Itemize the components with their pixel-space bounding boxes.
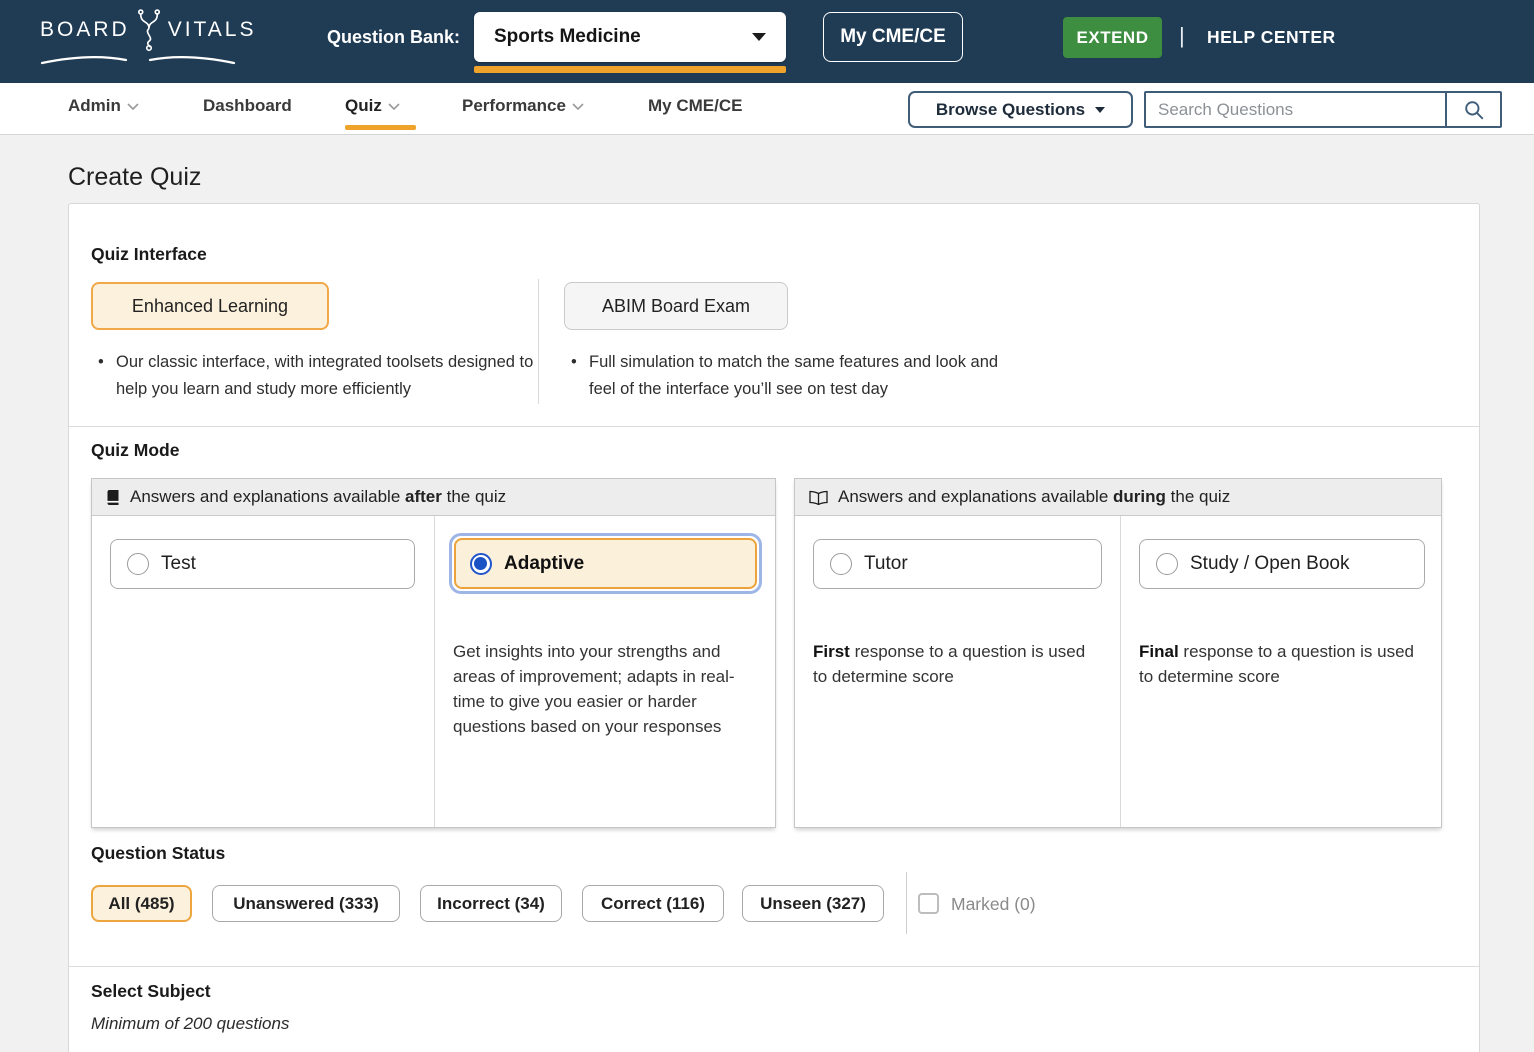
quiz-mode-heading: Quiz Mode (91, 440, 180, 460)
active-tab-underline (345, 125, 416, 130)
nav-item-my-cme[interactable]: My CME/CE (648, 96, 742, 116)
question-status-heading: Question Status (91, 843, 226, 863)
divider (69, 966, 1479, 967)
test-mode-option[interactable]: Test (110, 539, 415, 589)
logo-board-text: BOARD (40, 18, 130, 41)
caret-down-icon (1095, 106, 1106, 113)
question-bank-value: Sports Medicine (494, 26, 641, 47)
chevron-down-icon (388, 102, 400, 110)
status-filter-correct[interactable]: Correct (116) (582, 885, 724, 922)
divider (69, 426, 1479, 427)
select-subject-note: Minimum of 200 questions (91, 1014, 290, 1033)
adaptive-mode-option[interactable]: Adaptive (449, 533, 762, 594)
question-bank-accent-bar (474, 66, 786, 73)
during-quiz-group-header: Answers and explanations available durin… (795, 479, 1441, 516)
chevron-down-icon (572, 102, 584, 110)
closed-book-icon (106, 489, 120, 506)
stethoscope-icon (134, 8, 164, 52)
question-bank-select[interactable]: Sports Medicine (474, 12, 786, 62)
after-quiz-group-header: Answers and explanations available after… (92, 479, 775, 516)
logo-swoosh (40, 51, 236, 65)
header-separator: | (1179, 23, 1185, 48)
open-book-icon (809, 490, 828, 505)
boardvitals-logo[interactable]: BOARD VITALS (40, 8, 254, 74)
chevron-down-icon (752, 33, 766, 41)
radio-unselected-icon[interactable] (830, 553, 852, 575)
search-input[interactable] (1146, 93, 1445, 126)
enhanced-learning-option[interactable]: Enhanced Learning (91, 282, 329, 330)
select-subject-heading: Select Subject (91, 981, 211, 1001)
help-center-link[interactable]: HELP CENTER (1207, 27, 1336, 48)
radio-unselected-icon[interactable] (127, 553, 149, 575)
marked-checkbox[interactable] (918, 893, 939, 914)
create-quiz-card: Quiz Interface Enhanced Learning ABIM Bo… (68, 203, 1480, 1052)
tutor-description: First response to a question is used to … (813, 642, 1086, 686)
browse-questions-button[interactable]: Browse Questions (908, 91, 1133, 128)
search-button[interactable] (1445, 93, 1500, 126)
status-filter-unseen[interactable]: Unseen (327) (742, 885, 884, 922)
marked-label: Marked (0) (951, 894, 1036, 914)
divider (906, 872, 907, 934)
adaptive-description: Get insights into your strengths and are… (453, 642, 735, 736)
search-icon (1463, 99, 1485, 121)
status-filter-unanswered[interactable]: Unanswered (333) (212, 885, 400, 922)
status-filter-incorrect[interactable]: Incorrect (34) (420, 885, 562, 922)
study-description: Final response to a question is used to … (1139, 642, 1415, 686)
logo-vitals-text: VITALS (167, 18, 257, 41)
top-header: BOARD VITALS Question Bank: Sports Medic… (0, 0, 1534, 83)
divider (434, 516, 435, 827)
nav-item-dashboard[interactable]: Dashboard (203, 96, 292, 116)
during-quiz-group: Answers and explanations available durin… (794, 478, 1442, 828)
search-bar (1144, 91, 1502, 128)
extend-button[interactable]: EXTEND (1063, 17, 1162, 58)
abim-description: Full simulation to match the same featur… (569, 349, 1009, 403)
divider (538, 279, 539, 404)
enhanced-learning-description: Our classic interface, with integrated t… (96, 349, 536, 403)
main-nav: Admin Dashboard Quiz Performance My CME/… (0, 83, 1534, 135)
study-open-book-option[interactable]: Study / Open Book (1139, 539, 1425, 589)
nav-item-admin[interactable]: Admin (68, 96, 139, 116)
quiz-interface-heading: Quiz Interface (91, 244, 207, 264)
radio-unselected-icon[interactable] (1156, 553, 1178, 575)
page-title: Create Quiz (68, 163, 202, 191)
abim-board-exam-option[interactable]: ABIM Board Exam (564, 282, 788, 330)
nav-item-quiz[interactable]: Quiz (345, 96, 400, 116)
divider (1120, 516, 1121, 827)
chevron-down-icon (127, 102, 139, 110)
radio-selected-icon[interactable] (470, 552, 492, 575)
question-bank-label: Question Bank: (327, 27, 461, 47)
nav-item-performance[interactable]: Performance (462, 96, 584, 116)
status-filter-all[interactable]: All (485) (91, 885, 192, 922)
tutor-mode-option[interactable]: Tutor (813, 539, 1102, 589)
my-cme-header-button[interactable]: My CME/CE (823, 12, 963, 62)
after-quiz-group: Answers and explanations available after… (91, 478, 776, 828)
